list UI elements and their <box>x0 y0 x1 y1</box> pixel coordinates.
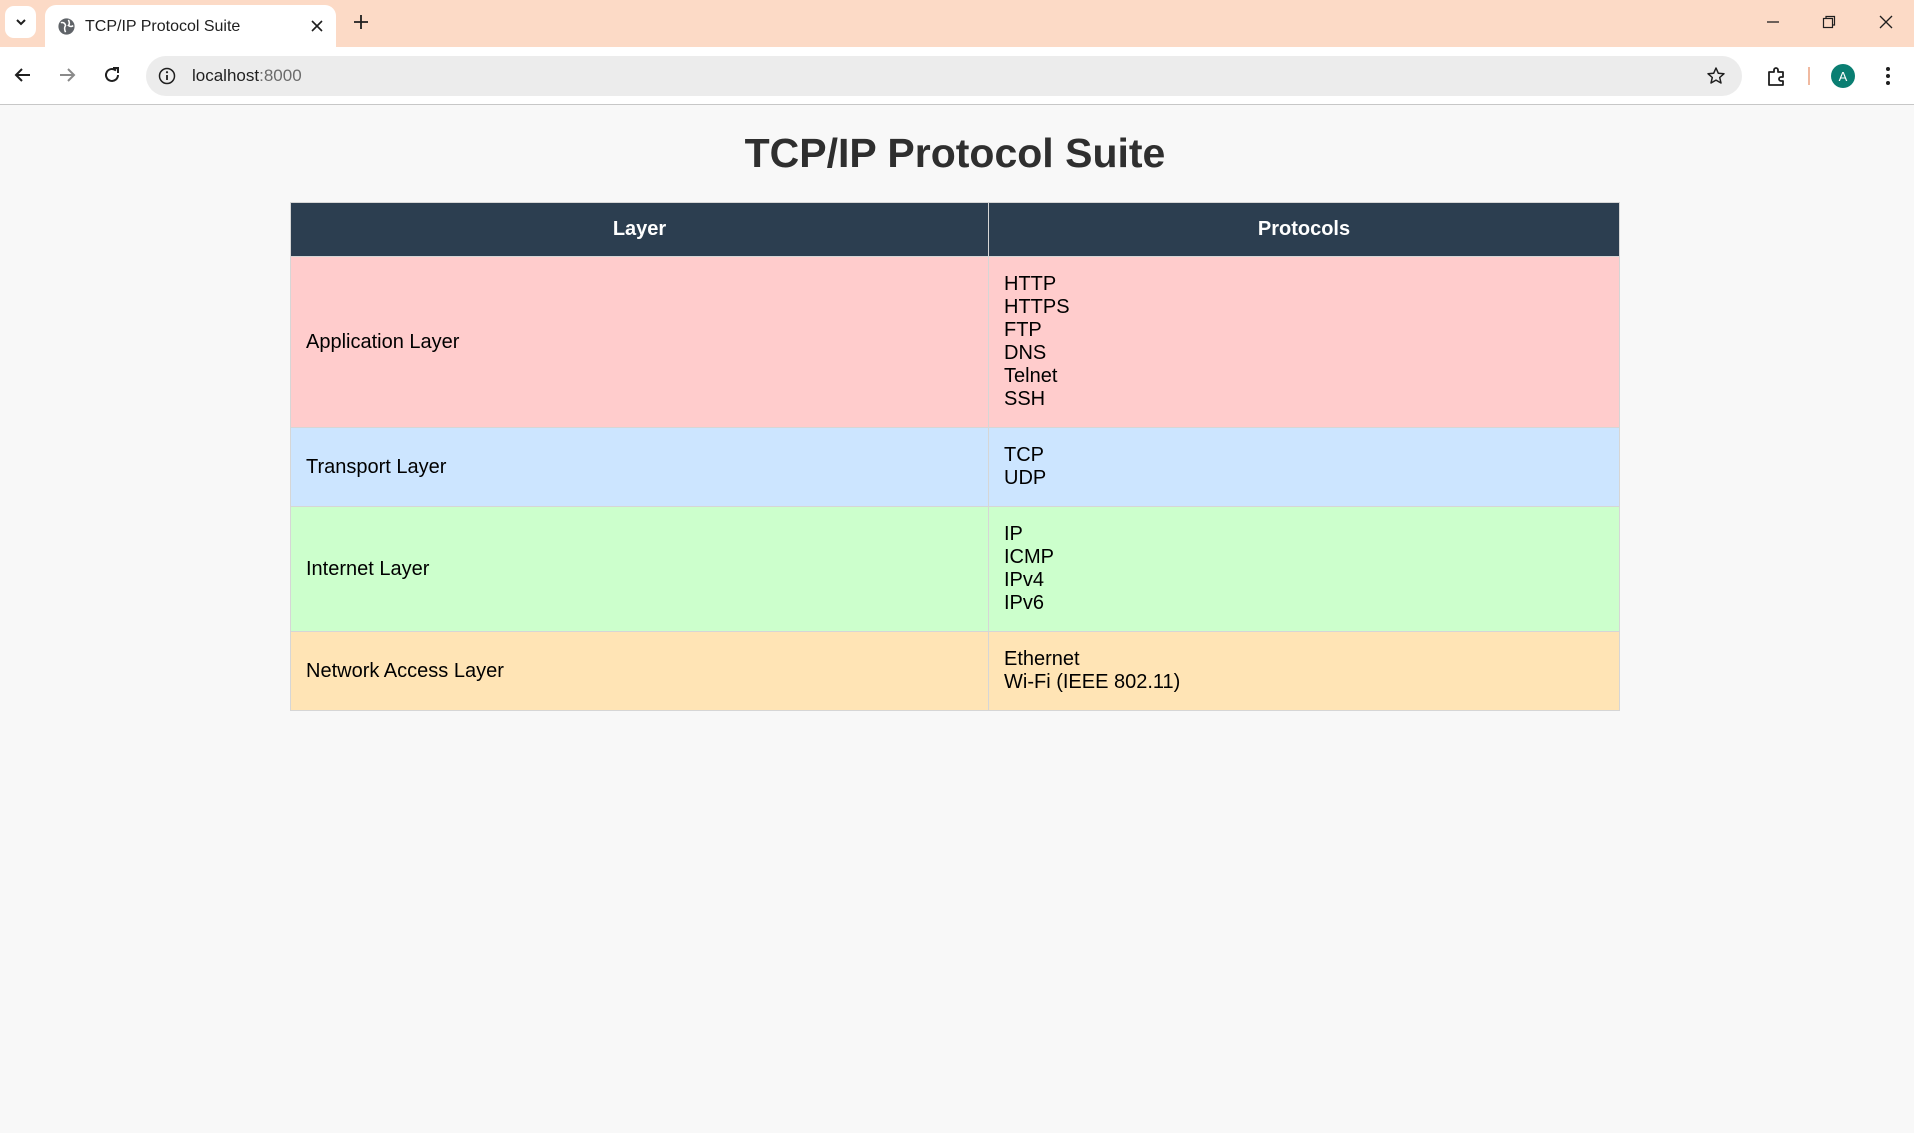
forward-arrow-icon <box>60 68 76 82</box>
toolbar-separator <box>1808 67 1810 85</box>
protocol-item: FTP <box>1004 319 1042 341</box>
plus-icon <box>354 15 368 29</box>
protocols-cell: IP ICMP IPv4 IPv6 <box>988 506 1620 632</box>
table-body: Application Layer HTTP HTTPS FTP DNS Telnet SS… <box>290 256 1620 711</box>
protocol-item: HTTP <box>1004 273 1057 295</box>
url-host: localhost <box>192 66 260 85</box>
protocol-item: HTTPS <box>1004 296 1070 318</box>
title-bar: TCP/IP Protocol Suite <box>0 0 1914 47</box>
tab-close-button[interactable] <box>306 15 328 37</box>
forward-button[interactable] <box>53 61 81 89</box>
protocol-item: ICMP <box>1004 546 1054 568</box>
reload-icon <box>105 67 119 82</box>
window-close-icon <box>1879 15 1893 29</box>
protocol-item: TCP <box>1004 444 1044 466</box>
restore-button[interactable] <box>1815 10 1843 34</box>
protocol-item: UDP <box>1004 467 1047 489</box>
close-icon <box>311 20 323 32</box>
layer-name-cell: Internet Layer <box>290 506 989 632</box>
url-text: localhost:8000 <box>192 66 302 86</box>
table-row: Network Access Layer Ethernet Wi-Fi (IEEE … <box>290 631 1620 711</box>
profile-avatar[interactable]: A <box>1831 64 1855 88</box>
active-tab[interactable]: TCP/IP Protocol Suite <box>45 5 336 47</box>
restore-icon <box>1822 15 1836 29</box>
layer-name-cell: Network Access Layer <box>290 631 989 711</box>
minimize-icon <box>1767 21 1779 23</box>
layer-name-cell: Transport Layer <box>290 427 989 507</box>
tab-title: TCP/IP Protocol Suite <box>85 18 241 35</box>
minimize-button[interactable] <box>1759 10 1787 34</box>
tab-list-icon <box>15 19 26 26</box>
extensions-button[interactable] <box>1763 62 1791 90</box>
window-close-button[interactable] <box>1872 10 1900 34</box>
table-row: Application Layer HTTP HTTPS FTP DNS Telnet SS… <box>290 256 1620 428</box>
back-arrow-icon <box>14 68 30 82</box>
table-row: Internet Layer IP ICMP IPv4 IPv6 <box>290 506 1620 632</box>
protocol-item: IPv4 <box>1004 569 1045 591</box>
new-tab-button[interactable] <box>349 10 373 34</box>
back-button[interactable] <box>9 61 37 89</box>
protocol-item: DNS <box>1004 342 1047 364</box>
info-icon <box>158 67 176 85</box>
page-title: TCP/IP Protocol Suite <box>744 130 1166 176</box>
column-header-protocols: Protocols <box>988 202 1620 257</box>
protocol-table: Layer Protocols Application Layer HTTP HTT… <box>290 202 1620 711</box>
address-bar[interactable]: localhost:8000 <box>146 56 1742 96</box>
layer-name-cell: Application Layer <box>290 256 989 428</box>
page-content: TCP/IP Protocol Suite Layer Protocols Ap… <box>0 106 1914 1133</box>
table-header-row: Layer Protocols <box>290 202 1620 257</box>
protocols-cell: HTTP HTTPS FTP DNS Telnet SSH <box>988 256 1620 428</box>
star-icon <box>1707 67 1725 84</box>
reload-button[interactable] <box>98 61 126 89</box>
kebab-menu-icon <box>1886 67 1890 85</box>
protocol-item: Telnet <box>1004 365 1058 387</box>
protocol-item: Wi-Fi (IEEE 802.11) <box>1004 671 1181 693</box>
bookmark-button[interactable] <box>1704 64 1728 88</box>
site-info-button[interactable] <box>156 65 178 87</box>
tab-list-button[interactable] <box>5 6 36 38</box>
url-port: :8000 <box>259 66 302 85</box>
browser-toolbar: localhost:8000 A <box>0 47 1914 105</box>
globe-icon <box>58 18 75 35</box>
protocols-cell: TCP UDP <box>988 427 1620 507</box>
protocol-item: IPv6 <box>1004 592 1045 614</box>
protocol-item: Ethernet <box>1004 648 1080 670</box>
table-row: Transport Layer TCP UDP <box>290 427 1620 507</box>
puzzle-icon <box>1768 67 1784 86</box>
protocol-item: SSH <box>1004 388 1046 410</box>
column-header-layer: Layer <box>290 202 989 257</box>
protocol-item: IP <box>1004 523 1023 545</box>
browser-menu-button[interactable] <box>1874 62 1902 90</box>
protocols-cell: Ethernet Wi-Fi (IEEE 802.11) <box>988 631 1620 711</box>
